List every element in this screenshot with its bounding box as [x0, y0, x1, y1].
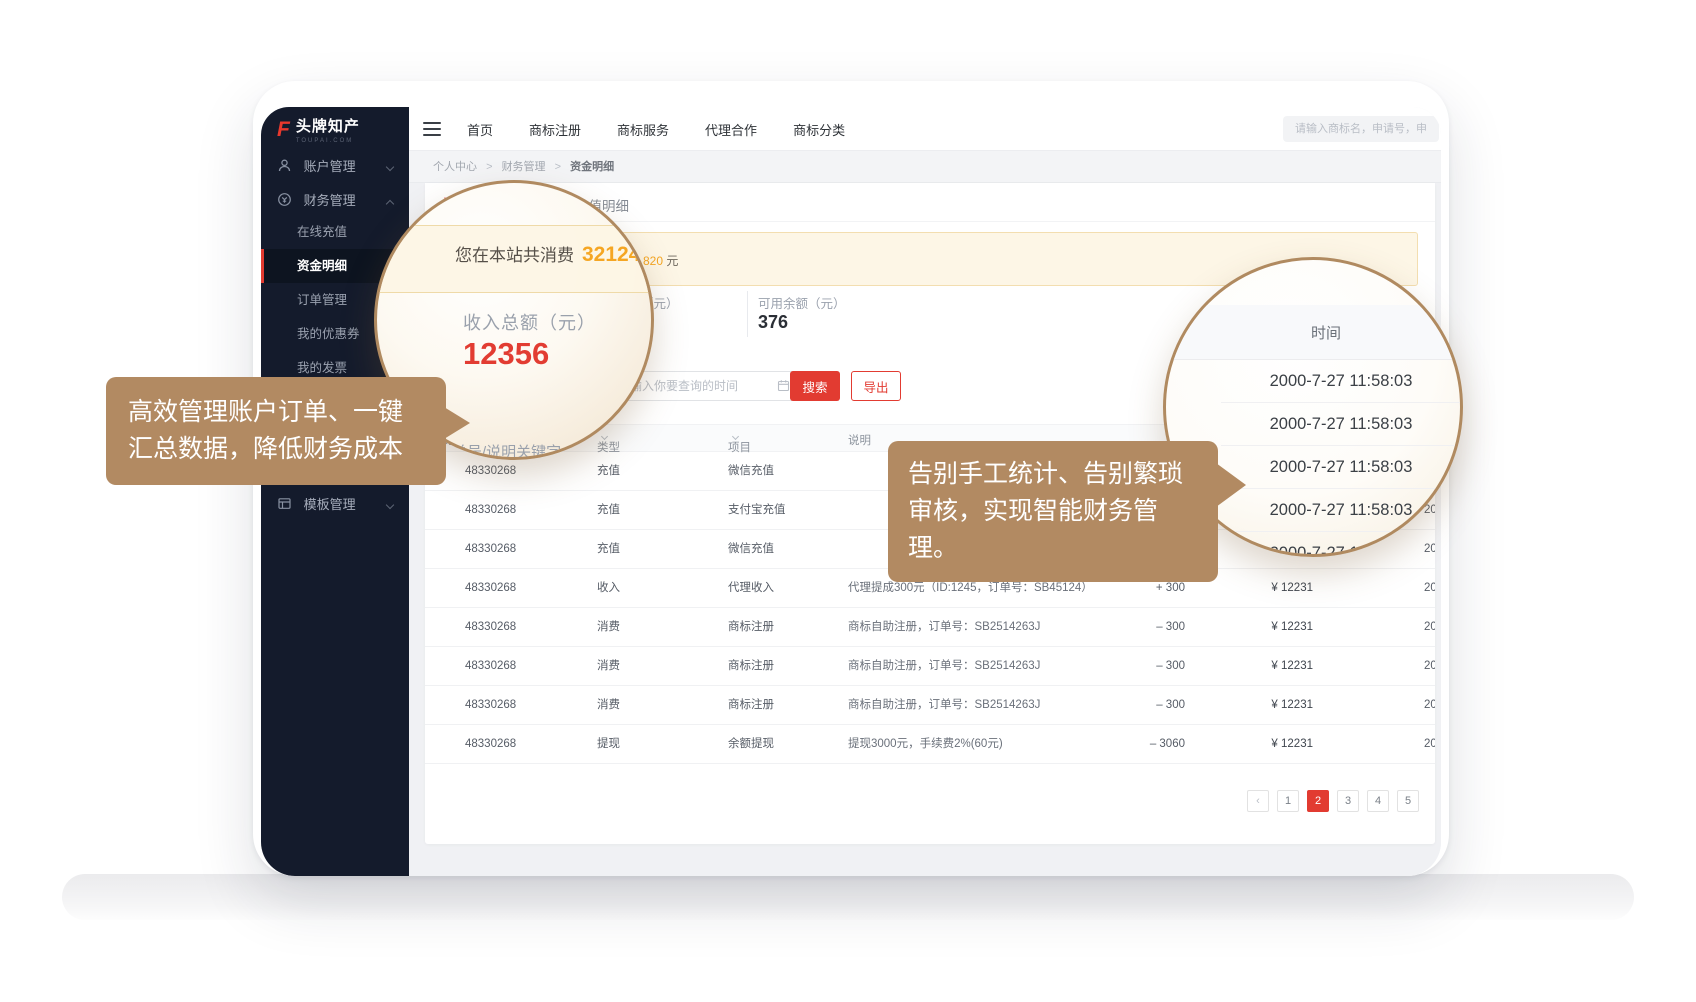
search-button[interactable]: 搜索: [790, 371, 840, 401]
callout-line: 审核，实现智能财务管: [908, 493, 1198, 530]
callout-line: 汇总数据，降低财务成本: [128, 431, 424, 468]
callout-line: 告别手工统计、告别繁琐: [908, 456, 1198, 493]
breadcrumb: 个人中心 > 财务管理 > 资金明细: [409, 151, 1441, 183]
brand-subtitle: TOUPAI.COM: [296, 138, 360, 144]
topnav-item-services[interactable]: 商标服务: [617, 120, 669, 139]
header-project[interactable]: 项目: [728, 432, 738, 444]
magnified-time-cell: 2000-7-27 11:58:03: [1221, 403, 1461, 446]
topnav-item-agency[interactable]: 代理合作: [705, 120, 757, 139]
laptop-base: [62, 874, 1634, 920]
template-icon: [277, 489, 292, 525]
topnav: 首页 商标注册 商标服务 代理合作 商标分类: [467, 107, 845, 151]
breadcrumb-item[interactable]: 个人中心: [433, 161, 477, 173]
sidebar-item-template[interactable]: 模板管理: [261, 487, 409, 523]
balance-label: 可用余额（元）: [758, 293, 846, 312]
header-type[interactable]: 类型: [597, 432, 607, 444]
topnav-item-home[interactable]: 首页: [467, 120, 493, 139]
logo: F 头牌知产 TOUPAI.COM: [277, 119, 360, 144]
callout-arrow-right-icon: [444, 407, 470, 439]
topnav-item-register[interactable]: 商标注册: [529, 120, 581, 139]
magnified-time-cell: 2000-7-27 11:58:03: [1221, 360, 1461, 403]
callout-line: 高效管理账户订单、一键: [128, 394, 424, 431]
header-desc: 说明: [848, 432, 871, 448]
magnified-time-cell: 2000-7-27 11:58:03: [1221, 489, 1461, 532]
table-row: 48330268消费商标注册商标自助注册，订单号：SB2514263J– 300…: [425, 647, 1435, 686]
pagination-page-5[interactable]: 5: [1397, 790, 1419, 812]
magnified-time-cell: 2000-7-27 11:58:03: [1221, 446, 1461, 489]
sidebar-item-label: 账户管理: [304, 159, 356, 174]
pagination-page-2-active[interactable]: 2: [1307, 790, 1329, 812]
calendar-icon[interactable]: [777, 379, 790, 397]
topbar: 首页 商标注册 商标服务 代理合作 商标分类: [409, 107, 1441, 151]
pagination: ‹ 1 2 3 4 5: [1247, 790, 1419, 812]
callout-left: 高效管理账户订单、一键 汇总数据，降低财务成本: [106, 377, 446, 485]
chevron-up-icon: [386, 200, 394, 208]
trademark-search-input[interactable]: [1283, 116, 1439, 142]
brand-title: 头牌知产: [296, 119, 360, 135]
pagination-prev[interactable]: ‹: [1247, 790, 1269, 812]
table-row: 48330268消费商标注册商标自助注册，订单号：SB2514263J– 300…: [425, 608, 1435, 647]
chevron-down-icon: [386, 163, 394, 171]
user-icon: [277, 151, 292, 187]
topnav-item-classes[interactable]: 商标分类: [793, 120, 845, 139]
callout-arrow-right-icon: [1216, 463, 1246, 507]
sidebar-item-label: 模板管理: [304, 497, 356, 512]
callout-right: 告别手工统计、告别繁琐 审核，实现智能财务管 理。: [888, 441, 1218, 582]
sidebar-item-label: 财务管理: [304, 193, 356, 208]
time-header: 时间: [1266, 322, 1386, 343]
pagination-page-1[interactable]: 1: [1277, 790, 1299, 812]
breadcrumb-item[interactable]: 财务管理: [502, 161, 546, 173]
callout-line: 理。: [908, 530, 1198, 567]
pagination-page-3[interactable]: 3: [1337, 790, 1359, 812]
sidebar-item-account[interactable]: 账户管理: [261, 149, 409, 185]
export-button[interactable]: 导出: [851, 371, 901, 401]
table-row: 48330268提现余额提现提现3000元，手续费2%(60元)– 3060¥ …: [425, 725, 1435, 764]
pagination-page-4[interactable]: 4: [1367, 790, 1389, 812]
magnified-time-cell: 2000-7-27 11:58:03: [1221, 532, 1461, 557]
brand-icon: F: [277, 119, 290, 141]
table-row: 48330268消费商标注册商标自助注册，订单号：SB2514263J– 300…: [425, 686, 1435, 725]
sidebar-item-finance[interactable]: 财务管理: [261, 183, 409, 219]
income-label: 收入总额（元）: [463, 309, 596, 335]
magnified-banner-text: 您在本站共消费32124: [455, 241, 640, 267]
menu-icon[interactable]: [423, 122, 441, 140]
chevron-down-icon: [386, 501, 394, 509]
breadcrumb-item-current: 资金明细: [570, 161, 614, 173]
stats-divider: [747, 291, 748, 337]
sidebar: F 头牌知产 TOUPAI.COM 账户管理: [261, 107, 409, 876]
breadcrumb-separator: >: [555, 161, 561, 173]
page: F 头牌知产 TOUPAI.COM 账户管理: [0, 0, 1696, 1002]
balance-value: 376: [758, 312, 788, 333]
income-value: 12356: [463, 336, 549, 372]
consumption-amount: 32124: [582, 243, 640, 266]
breadcrumb-separator: >: [486, 161, 492, 173]
